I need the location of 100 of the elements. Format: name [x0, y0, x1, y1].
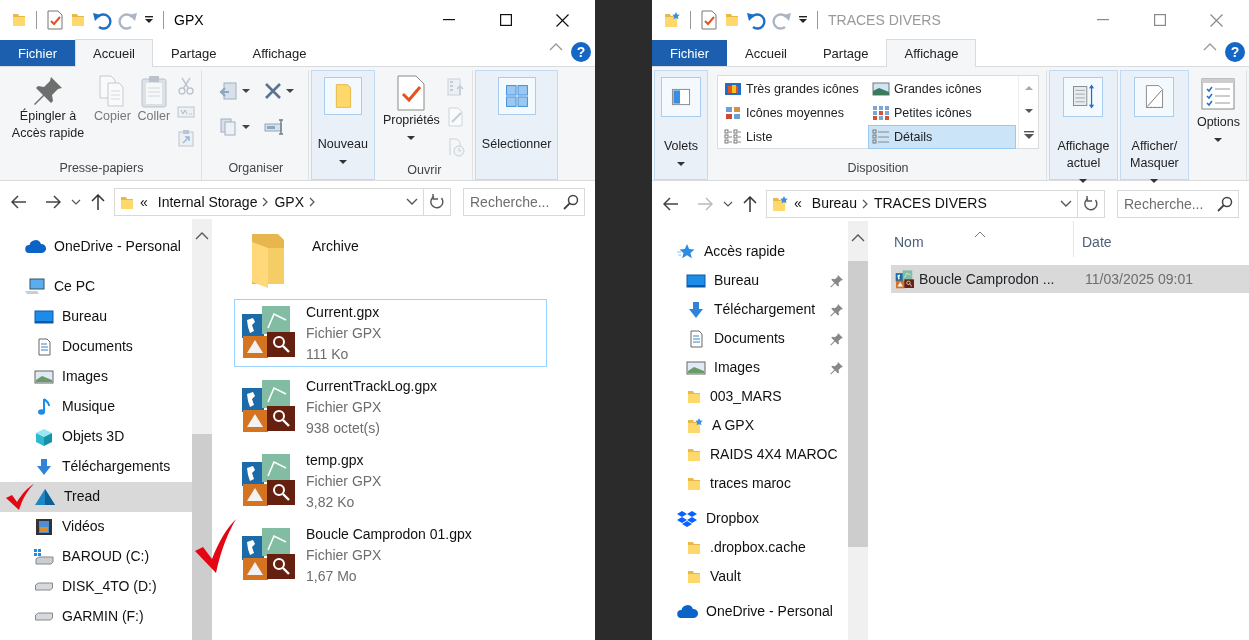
ribbon-tab[interactable]: Partage — [152, 40, 235, 67]
nav-item[interactable]: Vidéos — [0, 511, 192, 542]
nav-item[interactable]: Objets 3D — [0, 421, 192, 452]
copy-to-icon — [217, 117, 238, 137]
up-arrow-icon — [91, 194, 105, 211]
nav-item[interactable]: OneDrive - Personal — [0, 231, 192, 262]
breadcrumb-overflow[interactable]: « — [789, 193, 807, 214]
caret-icon — [1079, 177, 1088, 184]
caret-icon — [144, 16, 154, 24]
chevron-down-icon — [723, 200, 733, 207]
nav-item[interactable]: Tread — [0, 481, 192, 512]
ribbon-button[interactable]: Options — [1193, 70, 1243, 152]
ribbon-tab[interactable]: Accueil — [727, 40, 805, 67]
properties-icon — [46, 10, 64, 30]
scrollbar-thumb[interactable] — [192, 434, 212, 640]
address-bar[interactable]: « Internal Storage GPX — [114, 188, 451, 217]
ribbon-tab[interactable]: Affichage — [234, 40, 325, 67]
nav-item[interactable]: 003_MARS — [652, 382, 848, 411]
column-header[interactable]: Date — [1082, 232, 1112, 257]
file-tile[interactable]: Boucle Camprodon 01.gpx Fichier GPX 1,67 Mo — [234, 520, 547, 589]
nav-item[interactable]: Vault — [652, 562, 848, 591]
nav-item[interactable]: .dropbox.cache — [652, 533, 848, 562]
folder-icon — [686, 388, 702, 405]
drive-icon — [34, 612, 54, 622]
nav-item[interactable]: Documents — [0, 331, 192, 362]
nav-item[interactable]: DISK_4TO (D:) — [0, 571, 192, 602]
image-icon — [686, 359, 706, 376]
properties-icon — [700, 10, 718, 30]
layout-option[interactable]: Icônes moyennes — [720, 101, 868, 125]
file-tile[interactable]: Current.gpx Fichier GPX 111 Ko — [234, 298, 547, 367]
nav-item[interactable]: Téléchargement — [652, 295, 830, 324]
layout-option[interactable]: Petites icônes — [868, 101, 1016, 125]
ribbon-button[interactable]: Propriétés — [379, 70, 443, 150]
breadcrumb[interactable]: Bureau — [806, 193, 862, 214]
help-button[interactable]: ? — [1225, 42, 1245, 62]
nav-item[interactable]: Ce PC — [0, 271, 192, 302]
ribbon-button[interactable]: Sélectionner — [478, 71, 555, 157]
scrollbar-thumb[interactable] — [848, 261, 868, 547]
nav-item[interactable]: traces maroc — [652, 469, 848, 498]
breadcrumb[interactable]: GPX — [269, 191, 309, 213]
caret-icon — [1150, 177, 1159, 184]
small-grid-icon — [872, 105, 890, 121]
layout-option[interactable]: Détails — [868, 125, 1016, 149]
ribbon-tab[interactable]: Accueil — [75, 39, 153, 67]
nav-item[interactable]: Images — [652, 353, 830, 382]
ribbon-tab[interactable]: Partage — [804, 40, 887, 67]
back-arrow-icon — [11, 195, 27, 210]
details-icon — [872, 129, 890, 145]
ribbon-button[interactable]: Épingler à Accès rapide — [5, 70, 91, 146]
file-menu-tab[interactable]: Fichier — [0, 40, 75, 66]
cloud-icon — [676, 603, 698, 620]
scrollbar[interactable] — [192, 218, 212, 640]
nav-item[interactable]: Bureau — [652, 266, 830, 295]
refresh-icon — [1083, 195, 1099, 212]
breadcrumb-overflow[interactable]: « — [135, 191, 153, 213]
nav-item[interactable]: Téléchargements — [0, 451, 192, 482]
search-field[interactable]: Recherche... — [1117, 189, 1239, 218]
ribbon-button[interactable]: Nouveau — [314, 71, 371, 174]
file-tile[interactable]: Archive — [234, 224, 547, 293]
layout-option[interactable]: Liste — [720, 125, 868, 149]
nav-item[interactable]: GARMIN (F:) — [0, 601, 192, 632]
breadcrumb[interactable]: Internal Storage — [152, 191, 263, 213]
file-name: temp.gpx — [306, 450, 365, 470]
layout-option[interactable]: Très grandes icônes — [720, 77, 868, 101]
collapse-ribbon-icon — [1203, 42, 1217, 51]
forward-arrow-icon — [45, 195, 61, 210]
nav-item[interactable]: Musique — [0, 391, 192, 422]
ribbon-tab[interactable]: Affichage — [886, 39, 977, 67]
file-menu-tab[interactable]: Fichier — [652, 40, 727, 66]
collapse-ribbon-icon — [549, 42, 563, 51]
column-header[interactable]: Nom — [894, 232, 924, 257]
film-icon — [34, 517, 54, 536]
caret-icon — [241, 88, 250, 94]
nav-item[interactable]: Images — [0, 361, 192, 392]
layout-option[interactable]: Grandes icônes — [868, 77, 1016, 101]
folder-icon — [686, 475, 702, 492]
nav-item[interactable]: RAIDS 4X4 MAROC — [652, 440, 848, 469]
nav-item[interactable]: A GPX — [652, 411, 848, 440]
nav-item[interactable]: Dropbox — [652, 504, 848, 533]
file-name: CurrentTrackLog.gpx — [306, 376, 437, 396]
address-bar[interactable]: « Bureau TRACES DIVERS — [766, 189, 1105, 218]
page-toggle-icon — [1134, 77, 1175, 117]
nav-item[interactable]: BAROUD (C:) — [0, 541, 192, 572]
nav-item[interactable]: Accès rapide — [652, 237, 848, 266]
file-tile[interactable]: temp.gpx Fichier GPX 3,82 Ko — [234, 446, 547, 515]
scrollbar[interactable] — [848, 221, 868, 640]
file-row[interactable]: Boucle Camprodon ... 11/03/2025 09:01 — [891, 265, 1249, 293]
file-tile[interactable]: CurrentTrackLog.gpx Fichier GPX 938 octet(s) — [234, 372, 547, 441]
breadcrumb[interactable]: TRACES DIVERS — [868, 193, 992, 214]
search-field[interactable]: Recherche... — [463, 188, 585, 217]
nav-item[interactable]: OneDrive - Personal — [652, 597, 848, 626]
caret-icon — [1214, 136, 1223, 143]
nav-item[interactable]: Bureau — [0, 301, 192, 332]
chevron-right-icon — [262, 197, 270, 208]
ribbon-button[interactable]: Volets — [658, 71, 704, 176]
file-name: Boucle Camprodon ... — [919, 269, 1056, 289]
nav-item[interactable]: Documents — [652, 324, 830, 353]
landscape-icon — [872, 81, 890, 97]
back-arrow-icon — [663, 196, 679, 211]
help-button[interactable]: ? — [571, 42, 591, 62]
